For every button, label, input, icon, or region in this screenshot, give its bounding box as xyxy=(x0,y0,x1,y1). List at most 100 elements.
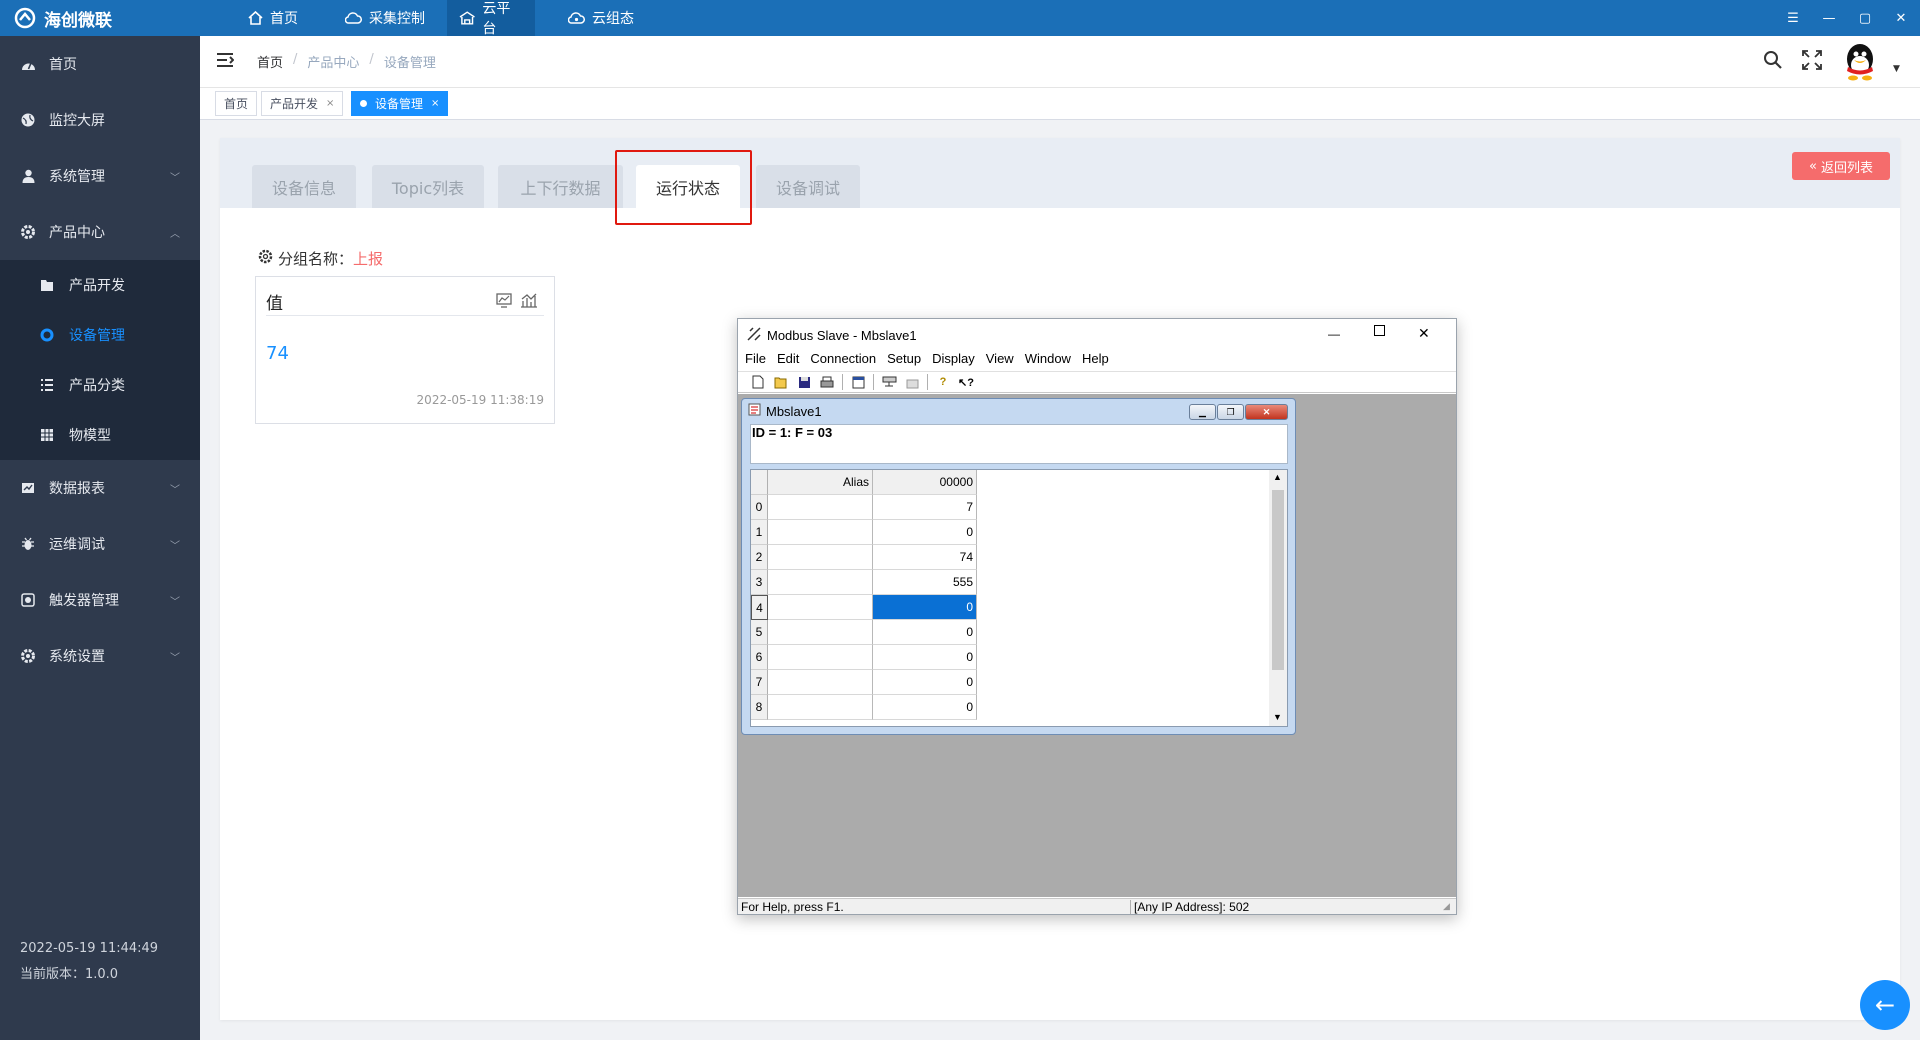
app-logo[interactable]: 海创微联 xyxy=(14,0,112,36)
menu-file[interactable]: File xyxy=(745,351,766,371)
caret-down-icon[interactable]: ▼ xyxy=(1893,64,1900,74)
card-divider xyxy=(266,315,544,316)
topnav-cloud-platform[interactable]: 云平台 xyxy=(447,0,535,37)
value-cell[interactable]: 74 xyxy=(873,545,977,570)
value-cell[interactable]: 0 xyxy=(873,695,977,720)
help-icon[interactable]: ? xyxy=(933,373,953,391)
maximize-icon[interactable]: ▢ xyxy=(1853,0,1877,36)
tab-updown-data[interactable]: 上下行数据 xyxy=(498,165,623,208)
value-cell-selected[interactable]: 0 xyxy=(873,595,977,620)
tab-topic-list[interactable]: Topic列表 xyxy=(372,165,484,208)
alias-cell[interactable] xyxy=(768,545,873,570)
tab-device-debug[interactable]: 设备调试 xyxy=(756,165,860,208)
search-icon[interactable] xyxy=(1763,50,1783,74)
hamburger-icon[interactable] xyxy=(216,52,235,72)
alias-cell[interactable] xyxy=(768,695,873,720)
print-icon[interactable] xyxy=(817,373,837,391)
minimize-icon[interactable]: — xyxy=(1328,327,1340,341)
sidebar-item-home[interactable]: 首页 xyxy=(0,36,200,92)
alias-cell[interactable] xyxy=(768,645,873,670)
back-to-list-button[interactable]: «返回列表 xyxy=(1792,152,1890,180)
menu-display[interactable]: Display xyxy=(932,351,975,371)
back-fab-button[interactable]: ← xyxy=(1860,980,1910,1030)
sidebar-item-label: 产品中心 xyxy=(49,225,105,241)
connect-icon[interactable] xyxy=(879,373,899,391)
card-value: 74 xyxy=(266,343,289,364)
value-cell[interactable]: 555 xyxy=(873,570,977,595)
trend-icon[interactable] xyxy=(520,293,538,312)
tag-home[interactable]: 首页 xyxy=(215,91,258,116)
close-icon[interactable]: × xyxy=(431,98,439,109)
menu-help[interactable]: Help xyxy=(1082,351,1109,371)
fullscreen-icon[interactable] xyxy=(1802,50,1822,74)
sidebar-item-triggers[interactable]: 触发器管理 ﹀ xyxy=(0,572,200,628)
address-header[interactable]: 00000 xyxy=(873,470,977,495)
menu-connection[interactable]: Connection xyxy=(810,351,876,371)
alias-cell[interactable] xyxy=(768,670,873,695)
chart-view-icon[interactable] xyxy=(496,293,512,312)
menu-icon[interactable]: ☰ xyxy=(1781,0,1805,36)
alias-cell[interactable] xyxy=(768,495,873,520)
value-cell[interactable]: 0 xyxy=(873,520,977,545)
alias-cell[interactable] xyxy=(768,620,873,645)
scroll-up-icon[interactable]: ▲ xyxy=(1273,472,1282,482)
breadcrumb-item[interactable]: 首页 xyxy=(257,52,283,71)
alias-cell[interactable] xyxy=(768,595,873,620)
new-file-icon[interactable] xyxy=(748,373,768,391)
open-folder-icon[interactable] xyxy=(771,373,791,391)
alias-cell[interactable] xyxy=(768,520,873,545)
sidebar-item-system-settings[interactable]: 系统设置 ﹀ xyxy=(0,628,200,684)
sidebar-item-label: 系统管理 xyxy=(49,169,105,185)
scroll-down-icon[interactable]: ▼ xyxy=(1273,712,1282,722)
value-cell[interactable]: 0 xyxy=(873,645,977,670)
sidebar-sub-product-category[interactable]: 产品分类 xyxy=(0,360,200,410)
alias-header[interactable]: Alias xyxy=(768,470,873,495)
menu-window[interactable]: Window xyxy=(1025,351,1071,371)
topnav-collect[interactable]: 采集控制 xyxy=(333,0,437,36)
card-timestamp: 2022-05-19 11:38:19 xyxy=(416,393,544,407)
minimize-icon[interactable]: ▁ xyxy=(1189,404,1216,420)
menu-view[interactable]: View xyxy=(986,351,1014,371)
tag-device-mgmt[interactable]: 设备管理 × xyxy=(351,91,449,116)
register-grid: Alias 00000 07 10 2 74 3 555 40 50 60 70 8… xyxy=(750,469,1288,727)
topnav-cloud-config[interactable]: 云组态 xyxy=(556,0,646,36)
sidebar-item-system-admin[interactable]: 系统管理 ﹀ xyxy=(0,148,200,204)
sidebar-sub-product-dev[interactable]: 产品开发 xyxy=(0,260,200,310)
sidebar-item-product-center[interactable]: 产品中心 ︿ xyxy=(0,204,200,260)
context-help-icon[interactable]: ↖? xyxy=(956,373,976,391)
avatar[interactable] xyxy=(1840,41,1880,85)
maximize-icon[interactable] xyxy=(1374,325,1385,336)
value-cell[interactable]: 7 xyxy=(873,495,977,520)
close-icon[interactable]: ✕ xyxy=(1418,325,1430,342)
sidebar-sub-device-mgmt[interactable]: 设备管理 xyxy=(0,310,200,360)
minimize-icon[interactable]: — xyxy=(1817,0,1841,36)
window-icon[interactable] xyxy=(848,373,868,391)
tab-label: 上下行数据 xyxy=(520,178,601,198)
close-icon[interactable]: ✕ xyxy=(1245,404,1288,420)
vertical-scrollbar[interactable]: ▲ ▼ xyxy=(1269,470,1287,726)
topnav-home[interactable]: 首页 xyxy=(236,0,310,36)
alias-cell[interactable] xyxy=(768,570,873,595)
arrow-left-icon: ← xyxy=(1874,991,1896,1019)
modbus-title: Modbus Slave - Mbslave1 xyxy=(767,327,917,343)
close-icon[interactable]: ✕ xyxy=(1889,0,1913,36)
value-cell[interactable]: 0 xyxy=(873,670,977,695)
sidebar-item-reports[interactable]: 数据报表 ﹀ xyxy=(0,460,200,516)
sidebar-sub-thing-model[interactable]: 物模型 xyxy=(0,410,200,460)
disconnect-icon[interactable] xyxy=(902,373,922,391)
menu-setup[interactable]: Setup xyxy=(887,351,921,371)
tab-device-info[interactable]: 设备信息 xyxy=(252,165,356,208)
save-icon[interactable] xyxy=(794,373,814,391)
sidebar-item-monitor[interactable]: 监控大屏 xyxy=(0,92,200,148)
sidebar-sub-label: 产品分类 xyxy=(69,378,125,394)
sidebar-item-ops-debug[interactable]: 运维调试 ﹀ xyxy=(0,516,200,572)
close-icon[interactable]: × xyxy=(326,98,334,109)
scroll-thumb[interactable] xyxy=(1272,490,1284,670)
restore-icon[interactable]: ❐ xyxy=(1217,404,1244,420)
menu-edit[interactable]: Edit xyxy=(777,351,799,371)
sidebar-sub-label: 设备管理 xyxy=(69,328,125,344)
resize-grip-icon[interactable]: ◢ xyxy=(1443,901,1450,912)
modbus-title-bar: Modbus Slave - Mbslave1 — ✕ xyxy=(738,319,1456,351)
value-cell[interactable]: 0 xyxy=(873,620,977,645)
tag-product-dev[interactable]: 产品开发 × xyxy=(261,91,344,116)
